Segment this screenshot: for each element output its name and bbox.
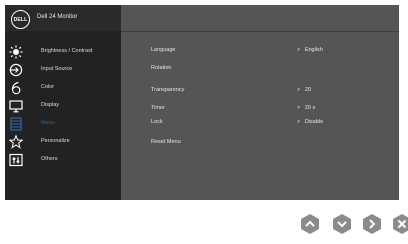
setting-timer-value[interactable]: > 20 s [297,105,315,115]
menu-item-menu[interactable]: Menu [5,115,121,133]
menu-item-label: Brightness / Contrast [41,48,93,54]
menu-item-display[interactable]: Display [5,97,121,115]
display-icon [9,98,23,114]
sidebar-header: DELL Dell 24 Monitor [5,5,121,31]
chevron-right-icon: > [297,119,301,125]
monitor-title: Dell 24 Monitor [37,14,78,20]
value-text: 20 s [304,105,316,111]
menu-item-label: Personalize [41,138,70,144]
menu-item-label: Display [41,102,60,108]
others-icon [9,152,23,168]
menu-item-personalize[interactable]: Personalize [5,133,121,151]
osd-panel: DELL Dell 24 Monitor Brightness / Contra… [5,5,399,200]
menu-item-label: Menu [41,120,55,126]
color-icon [9,80,23,96]
chevron-right-icon [363,214,381,234]
down-button[interactable] [332,213,352,235]
menu-item-others[interactable]: Others [5,151,121,169]
osd-sidebar: DELL Dell 24 Monitor Brightness / Contra… [5,5,121,200]
brightness-icon [9,44,23,60]
input-source-icon [9,62,23,78]
menu-item-label: Input Source [41,66,73,72]
chevron-up-icon [301,214,319,234]
menu-item-brightness-contrast[interactable]: Brightness / Contrast [5,43,121,61]
chevron-down-icon [333,214,351,234]
menu-item-label: Color [41,84,55,90]
menu-item-label: Others [41,156,58,162]
chevron-right-icon: > [297,47,301,53]
chevron-right-icon: > [297,87,301,93]
close-button[interactable] [392,213,408,235]
setting-lock-value[interactable]: > Disable [297,119,323,129]
menu-item-input-source[interactable]: Input Source [5,61,121,79]
up-button[interactable] [300,213,320,235]
setting-transparency-label[interactable]: Transparency [151,87,184,97]
dell-logo: DELL [11,10,30,29]
setting-reset-menu-label[interactable]: Reset Menu [151,139,181,149]
value-text: English [304,47,323,53]
chevron-right-icon: > [297,105,301,111]
close-icon [393,214,408,234]
menu-item-color[interactable]: Color [5,79,121,97]
setting-transparency-value[interactable]: > 20 [297,87,311,97]
value-text: 20 [304,87,311,93]
setting-rotation-label[interactable]: Rotation [151,65,172,75]
star-icon [9,134,23,150]
menu-icon [9,116,23,132]
setting-language-label[interactable]: Language [151,47,175,57]
setting-lock-label[interactable]: Lock [151,119,163,129]
setting-timer-label[interactable]: Timer [151,105,165,115]
right-button[interactable] [362,213,382,235]
osd-navigation-buttons [0,213,408,237]
value-text: Disable [304,119,324,125]
setting-language-value[interactable]: > English [297,47,323,57]
